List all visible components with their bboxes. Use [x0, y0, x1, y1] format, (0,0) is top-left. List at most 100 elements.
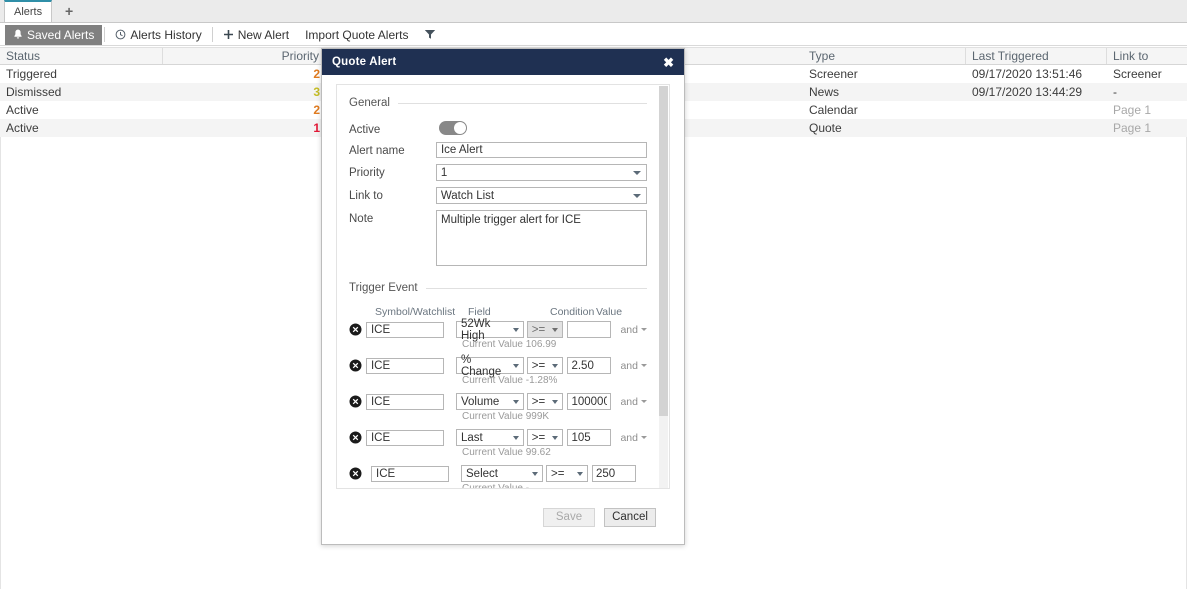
toolbar-alerts-history-button[interactable]: Alerts History — [107, 25, 209, 45]
save-button[interactable]: Save — [543, 507, 595, 527]
chevron-down-icon — [641, 364, 647, 367]
conjunction-label: and — [620, 323, 638, 336]
plus-icon — [223, 29, 234, 40]
conjunction-select[interactable]: and — [620, 360, 647, 372]
delete-row-icon[interactable] — [349, 395, 366, 408]
column-header-status[interactable]: Status — [0, 48, 163, 64]
cell-last-triggered: 09/17/2020 13:51:46 — [972, 67, 1083, 81]
condition-selected-value: >= — [531, 359, 546, 372]
link-to-selected-value: Watch List — [440, 189, 495, 202]
symbol-input[interactable] — [365, 321, 444, 338]
cancel-button[interactable]: Cancel — [604, 507, 656, 527]
delete-row-icon[interactable] — [349, 359, 366, 372]
quote-alert-dialog: Quote Alert ✖ General Active Alert name — [321, 48, 685, 545]
column-header-link-to[interactable]: Link to — [1107, 48, 1187, 64]
link-to-select[interactable]: Watch List — [435, 187, 647, 204]
column-header-type[interactable]: Type — [803, 48, 966, 64]
condition-selected-value: >= — [531, 395, 546, 408]
symbol-input[interactable] — [371, 465, 449, 482]
add-tab-button[interactable]: + — [58, 0, 80, 22]
save-button-label: Save — [555, 511, 583, 523]
trigger-section-legend: Trigger Event — [349, 282, 647, 294]
condition-select[interactable]: >= — [546, 465, 588, 482]
cell-type: Screener — [809, 67, 858, 81]
cell-status: Dismissed — [6, 85, 62, 99]
symbol-input[interactable] — [365, 429, 444, 446]
note-label: Note — [349, 213, 374, 225]
condition-select[interactable]: >= — [526, 393, 564, 410]
field-selected-value: Select — [466, 467, 498, 480]
bell-icon — [13, 29, 23, 40]
alert-name-input[interactable] — [435, 142, 647, 158]
toolbar-divider-1 — [104, 27, 106, 42]
condition-selected-value: >= — [531, 323, 546, 336]
tab-alerts[interactable]: Alerts — [4, 0, 53, 22]
dialog-title-bar[interactable]: Quote Alert ✖ — [322, 49, 684, 75]
delete-row-icon[interactable] — [349, 323, 366, 336]
column-header-priority[interactable]: Priority — [163, 48, 326, 64]
toolbar-new-alert-button[interactable]: New Alert — [215, 25, 297, 45]
column-header-last-triggered[interactable]: Last Triggered — [966, 48, 1107, 64]
chevron-down-icon — [512, 399, 519, 404]
cell-link-to: Page 1 — [1113, 121, 1152, 135]
conjunction-select[interactable]: and — [620, 324, 647, 336]
field-select[interactable]: 52Wk High — [455, 318, 524, 342]
toolbar-saved-alerts-label: Saved Alerts — [27, 27, 95, 42]
active-label: Active — [349, 124, 381, 136]
note-row: Note — [349, 210, 647, 266]
field-select[interactable]: Volume — [455, 393, 524, 410]
field-selected-value: Volume — [460, 395, 500, 408]
cell-link-to: - — [1113, 85, 1117, 99]
delete-row-icon[interactable] — [349, 467, 371, 480]
toolbar-alerts-history-label: Alerts History — [130, 27, 202, 42]
chevron-down-icon — [512, 435, 519, 440]
dialog-body: General Active Alert name Priority 1 — [322, 75, 684, 490]
plus-icon: + — [65, 3, 74, 19]
condition-select[interactable]: >= — [526, 429, 564, 446]
toolbar-new-alert-label: New Alert — [237, 27, 290, 42]
condition-selected-value: >= — [531, 431, 546, 444]
priority-selected-value: 1 — [440, 166, 448, 179]
delete-row-icon[interactable] — [349, 431, 366, 444]
scrollbar-thumb[interactable] — [659, 86, 668, 416]
toolbar-import-quote-alerts-button[interactable]: Import Quote Alerts — [297, 25, 416, 45]
conjunction-select[interactable]: and — [620, 396, 647, 408]
alert-name-label: Alert name — [349, 145, 405, 157]
chevron-down-icon — [552, 399, 559, 404]
history-clock-icon — [115, 29, 126, 40]
chevron-down-icon — [641, 436, 647, 439]
cell-type: News — [809, 85, 840, 99]
link-to-label: Link to — [349, 190, 383, 202]
toolbar-saved-alerts-button[interactable]: Saved Alerts — [5, 24, 103, 45]
symbol-input[interactable] — [365, 393, 444, 410]
field-selected-value: 52Wk High — [460, 317, 491, 342]
value-input[interactable] — [567, 321, 612, 338]
trigger-row: % Change >= and — [349, 354, 647, 378]
condition-select[interactable]: >= — [526, 321, 564, 338]
cell-last-triggered — [966, 101, 1107, 119]
chevron-down-icon — [641, 328, 647, 331]
dialog-title: Quote Alert — [332, 56, 397, 68]
field-select[interactable]: Last — [455, 429, 524, 446]
value-input[interactable] — [567, 393, 612, 410]
symbol-input[interactable] — [365, 357, 444, 374]
active-row: Active — [349, 121, 647, 136]
cell-status: Active — [6, 103, 39, 117]
field-select[interactable]: % Change — [455, 354, 524, 378]
toolbar-filter-button[interactable] — [416, 25, 444, 45]
value-input[interactable] — [567, 357, 612, 374]
cancel-button-label: Cancel — [612, 511, 648, 523]
priority-select[interactable]: 1 — [435, 164, 647, 181]
chevron-down-icon — [552, 435, 559, 440]
active-toggle[interactable] — [439, 121, 467, 135]
value-input[interactable] — [592, 465, 636, 482]
trigger-column-headers: Symbol/Watchlist Field Condition Value — [349, 306, 647, 318]
chevron-down-icon — [552, 327, 559, 332]
condition-select[interactable]: >= — [526, 357, 564, 374]
toolbar-divider-2 — [211, 27, 213, 42]
field-select[interactable]: Select — [461, 465, 543, 482]
close-icon[interactable]: ✖ — [663, 56, 674, 69]
conjunction-select[interactable]: and — [620, 432, 647, 444]
value-input[interactable] — [567, 429, 612, 446]
note-textarea[interactable] — [435, 210, 647, 266]
